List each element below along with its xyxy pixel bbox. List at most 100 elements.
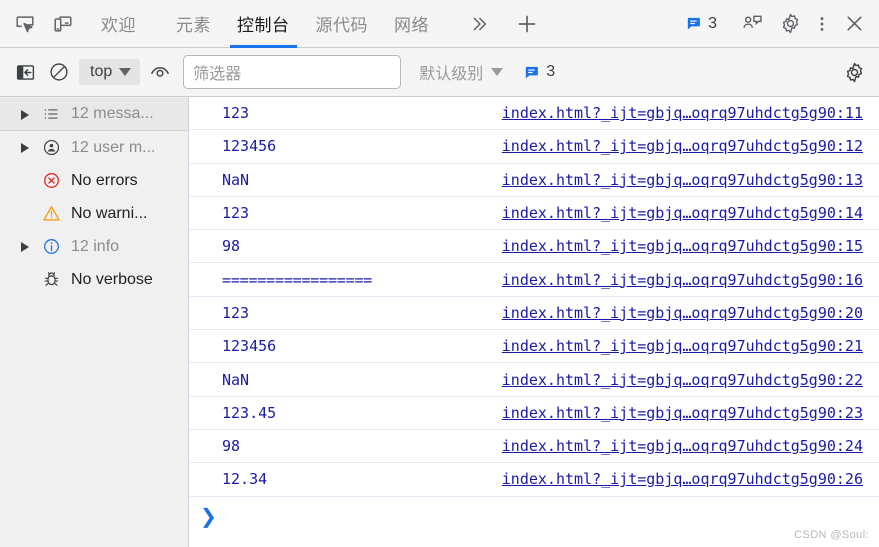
- log-source-link[interactable]: index.html?_ijt=gbjq…oqrq97uhdctg5g90:11: [502, 104, 863, 122]
- kebab-menu-icon[interactable]: [809, 5, 835, 43]
- tab-separator: [149, 0, 163, 48]
- console-message-count[interactable]: 3: [523, 63, 555, 81]
- sidebar-item-user-messages[interactable]: 12 user m...: [0, 131, 188, 164]
- console-row[interactable]: NaN index.html?_ijt=gbjq…oqrq97uhdctg5g9…: [189, 363, 879, 397]
- log-source-link[interactable]: index.html?_ijt=gbjq…oqrq97uhdctg5g90:16: [502, 271, 863, 289]
- log-value: 98: [222, 437, 241, 456]
- inspect-cursor-icon[interactable]: [6, 5, 44, 43]
- console-row[interactable]: 123 index.html?_ijt=gbjq…oqrq97uhdctg5g9…: [189, 297, 879, 331]
- log-source-link[interactable]: index.html?_ijt=gbjq…oqrq97uhdctg5g90:24: [502, 437, 863, 455]
- expand-triangle-placeholder: [20, 274, 31, 285]
- expand-triangle-icon[interactable]: [20, 109, 31, 120]
- log-value: 98: [222, 237, 241, 256]
- filter-input[interactable]: 筛选器: [183, 55, 402, 89]
- log-source-link[interactable]: index.html?_ijt=gbjq…oqrq97uhdctg5g90:13: [502, 171, 863, 189]
- message-bubble-icon: [685, 15, 702, 32]
- execution-context-select[interactable]: top: [79, 59, 141, 85]
- error-icon: [40, 171, 62, 190]
- add-panel-icon[interactable]: [508, 5, 546, 43]
- list-icon: [40, 105, 62, 123]
- tab-sources[interactable]: 源代码: [303, 0, 382, 48]
- devtools-tabs: 欢迎 元素 控制台 源代码 网络: [88, 0, 442, 48]
- console-row[interactable]: 123456 index.html?_ijt=gbjq…oqrq97uhdctg…: [189, 330, 879, 364]
- log-level-label: 默认级别: [419, 66, 484, 83]
- execution-context-value: top: [90, 63, 113, 80]
- console-row[interactable]: ================= index.html?_ijt=gbjq…o…: [189, 263, 879, 297]
- log-value: 123456: [222, 337, 277, 356]
- console-row[interactable]: 123.45 index.html?_ijt=gbjq…oqrq97uhdctg…: [189, 397, 879, 430]
- clear-console-icon[interactable]: [42, 55, 76, 89]
- watermark: CSDN @Soul:: [794, 529, 869, 541]
- console-row[interactable]: 123 index.html?_ijt=gbjq…oqrq97uhdctg5g9…: [189, 197, 879, 231]
- tab-console[interactable]: 控制台: [224, 0, 303, 48]
- console-prompt[interactable]: ❯: [189, 497, 879, 535]
- log-source-link[interactable]: index.html?_ijt=gbjq…oqrq97uhdctg5g90:20: [502, 304, 863, 322]
- eye-icon[interactable]: [143, 55, 177, 89]
- device-toolbar-icon[interactable]: [44, 5, 82, 43]
- log-source-link[interactable]: index.html?_ijt=gbjq…oqrq97uhdctg5g90:14: [502, 204, 863, 222]
- console-row[interactable]: 123 index.html?_ijt=gbjq…oqrq97uhdctg5g9…: [189, 97, 879, 131]
- gear-icon[interactable]: [837, 55, 871, 89]
- gear-icon[interactable]: [771, 5, 809, 43]
- console-row[interactable]: NaN index.html?_ijt=gbjq…oqrq97uhdctg5g9…: [189, 164, 879, 197]
- devtools-tabbar: 欢迎 元素 控制台 源代码 网络 3: [0, 0, 879, 48]
- sidebar-item-label: 12 info: [71, 237, 120, 255]
- message-bubble-icon: [523, 64, 540, 81]
- more-tabs-overflow-icon[interactable]: [460, 5, 498, 43]
- log-source-link[interactable]: index.html?_ijt=gbjq…oqrq97uhdctg5g90:22: [502, 371, 863, 389]
- log-value: NaN: [222, 170, 250, 189]
- console-row[interactable]: 12.34 index.html?_ijt=gbjq…oqrq97uhdctg5…: [189, 463, 879, 497]
- sidebar-item-label: No errors: [71, 171, 138, 189]
- sidebar-item-verbose[interactable]: No verbose: [0, 263, 188, 296]
- user-message-icon: [40, 138, 62, 157]
- sidebar-item-info[interactable]: 12 info: [0, 230, 188, 263]
- sidebar-item-label: No verbose: [71, 270, 153, 288]
- devtools-window: 欢迎 元素 控制台 源代码 网络 3 top 筛选器 默认级别 3 12 mes…: [0, 0, 879, 547]
- console-message-count-label: 3: [546, 63, 556, 80]
- warning-icon: [40, 204, 62, 223]
- console-log-list[interactable]: 123 index.html?_ijt=gbjq…oqrq97uhdctg5g9…: [189, 97, 879, 547]
- log-value: NaN: [222, 370, 250, 389]
- console-body: 12 messa... 12 user m... No errors No wa…: [0, 97, 879, 547]
- console-toolbar: top 筛选器 默认级别 3: [0, 48, 879, 97]
- log-value: 123: [222, 204, 250, 223]
- sidebar-item-messages[interactable]: 12 messa...: [0, 98, 188, 131]
- expand-triangle-placeholder: [20, 208, 31, 219]
- close-icon[interactable]: [835, 5, 873, 43]
- expand-triangle-icon[interactable]: [20, 142, 31, 153]
- tab-elements[interactable]: 元素: [163, 0, 224, 48]
- sidebar-toggle-icon[interactable]: [8, 55, 42, 89]
- sidebar-item-label: No warni...: [71, 204, 148, 222]
- log-source-link[interactable]: index.html?_ijt=gbjq…oqrq97uhdctg5g90:21: [502, 337, 863, 355]
- sidebar-item-label: 12 messa...: [71, 105, 154, 122]
- tab-welcome[interactable]: 欢迎: [88, 0, 149, 48]
- log-source-link[interactable]: index.html?_ijt=gbjq…oqrq97uhdctg5g90:12: [502, 137, 863, 155]
- console-row[interactable]: 98 index.html?_ijt=gbjq…oqrq97uhdctg5g90…: [189, 430, 879, 464]
- filter-placeholder: 筛选器: [193, 66, 242, 83]
- expand-triangle-placeholder: [20, 175, 31, 186]
- log-level-select[interactable]: 默认级别: [415, 60, 507, 84]
- console-row[interactable]: 123456 index.html?_ijt=gbjq…oqrq97uhdctg…: [189, 130, 879, 164]
- log-value: 123: [222, 104, 250, 123]
- chevron-down-icon: [119, 68, 132, 76]
- prompt-arrow-icon: ❯: [200, 503, 217, 528]
- message-count-label: 3: [708, 14, 717, 32]
- sidebar-item-errors[interactable]: No errors: [0, 164, 188, 197]
- log-value: 123456: [222, 137, 277, 156]
- chevron-down-icon: [491, 68, 504, 76]
- bug-icon: [40, 270, 62, 289]
- log-value: 12.34: [222, 470, 268, 489]
- feedback-icon[interactable]: [733, 5, 771, 43]
- log-source-link[interactable]: index.html?_ijt=gbjq…oqrq97uhdctg5g90:23: [502, 404, 863, 422]
- sidebar-item-warnings[interactable]: No warni...: [0, 197, 188, 230]
- console-row[interactable]: 98 index.html?_ijt=gbjq…oqrq97uhdctg5g90…: [189, 230, 879, 264]
- log-source-link[interactable]: index.html?_ijt=gbjq…oqrq97uhdctg5g90:15: [502, 237, 863, 255]
- log-value: 123.45: [222, 403, 277, 422]
- console-sidebar: 12 messa... 12 user m... No errors No wa…: [0, 97, 189, 547]
- tab-network[interactable]: 网络: [381, 0, 442, 48]
- log-source-link[interactable]: index.html?_ijt=gbjq…oqrq97uhdctg5g90:26: [502, 470, 863, 488]
- expand-triangle-icon[interactable]: [20, 241, 31, 252]
- message-count-badge[interactable]: 3: [679, 15, 723, 33]
- sidebar-item-label: 12 user m...: [71, 138, 156, 156]
- info-icon: [40, 237, 62, 256]
